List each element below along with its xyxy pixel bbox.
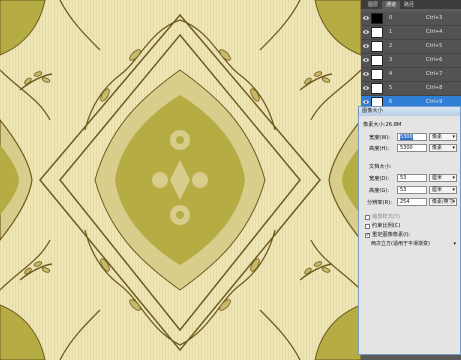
channel-name: 4 [389, 71, 393, 77]
width-unit-select[interactable]: 像素 [429, 133, 457, 141]
channel-thumbnail [371, 27, 383, 38]
channel-thumbnail [371, 41, 383, 52]
scale-styles-checkbox[interactable] [365, 215, 370, 220]
channel-row[interactable]: 0 Ctrl+3 [361, 12, 461, 26]
eye-icon[interactable] [363, 43, 369, 49]
eye-icon[interactable] [363, 71, 369, 77]
height-label: 高度(H): [369, 146, 390, 152]
tab-channels[interactable]: 通道 [382, 1, 401, 9]
eye-icon[interactable] [363, 85, 369, 91]
channel-shortcut: Ctrl+9 [426, 99, 443, 105]
constrain-proportions-label: 约束比例(C) [372, 223, 401, 229]
channel-row[interactable]: 2 Ctrl+5 [361, 40, 461, 54]
height-unit-select[interactable]: 像素 [429, 144, 457, 152]
constrain-proportions-checkbox[interactable] [365, 224, 370, 229]
channel-name: 3 [389, 57, 393, 63]
channel-name: 1 [389, 29, 393, 35]
resample-checkbox[interactable] [365, 232, 370, 238]
document-size-label: 文档大小: [369, 164, 392, 170]
channel-name: 6 [389, 99, 393, 105]
channel-shortcut: Ctrl+6 [426, 57, 443, 63]
panel-tabs: 图层 通道 路径 [361, 0, 461, 9]
resample-method-select[interactable]: 两次立方(适用于平滑渐变) [369, 241, 457, 249]
channel-shortcut: Ctrl+4 [426, 29, 443, 35]
tab-layers[interactable]: 图层 [364, 1, 382, 9]
scale-styles-label: 缩放样式(Y) [372, 214, 400, 220]
damask-pattern-artwork [0, 0, 361, 360]
doc-width-unit-select[interactable]: 厘米 [429, 174, 457, 182]
resolution-label: 分辨率(R): [367, 200, 392, 206]
width-input[interactable]: 5300 [397, 133, 427, 141]
channel-shortcut: Ctrl+8 [426, 85, 443, 91]
doc-height-input[interactable]: 53 [397, 186, 427, 194]
channel-thumbnail [371, 83, 383, 94]
channel-name: 5 [389, 85, 393, 91]
eye-icon[interactable] [363, 15, 369, 21]
eye-icon[interactable] [363, 57, 369, 63]
resolution-unit-select[interactable]: 像素/英寸 [429, 198, 457, 206]
channel-shortcut: Ctrl+7 [426, 71, 443, 77]
height-input[interactable]: 5300 [397, 144, 427, 152]
dialog-title: 图像大小 [359, 107, 460, 116]
doc-width-input[interactable]: 53 [397, 174, 427, 182]
channel-row[interactable]: 3 Ctrl+6 [361, 54, 461, 68]
channel-name: 2 [389, 43, 393, 49]
channel-row[interactable]: 1 Ctrl+4 [361, 26, 461, 40]
doc-height-label: 高度(G): [369, 188, 390, 194]
channel-row[interactable]: 4 Ctrl+7 [361, 68, 461, 82]
image-size-dialog: 图像大小 像素大小:26.8M 宽度(W): 5300 像素 高度(H): 53… [358, 106, 461, 355]
channel-shortcut: Ctrl+3 [426, 15, 443, 21]
channel-thumbnail [371, 55, 383, 66]
channel-row[interactable]: 5 Ctrl+8 [361, 82, 461, 96]
pixel-dimensions-label: 像素大小:26.8M [363, 122, 402, 128]
eye-icon[interactable] [363, 99, 369, 105]
document-canvas[interactable] [0, 0, 361, 360]
channel-thumbnail [371, 69, 383, 80]
channel-thumbnail [371, 13, 383, 24]
width-label: 宽度(W): [369, 135, 391, 141]
channel-shortcut: Ctrl+5 [426, 43, 443, 49]
resample-label: 重定图像像素(I): [372, 232, 411, 238]
doc-width-label: 宽度(D): [369, 176, 390, 182]
doc-height-unit-select[interactable]: 厘米 [429, 186, 457, 194]
eye-icon[interactable] [363, 29, 369, 35]
tab-paths[interactable]: 路径 [400, 1, 418, 9]
channel-name: 0 [389, 15, 393, 21]
resolution-input[interactable]: 254 [397, 198, 427, 206]
